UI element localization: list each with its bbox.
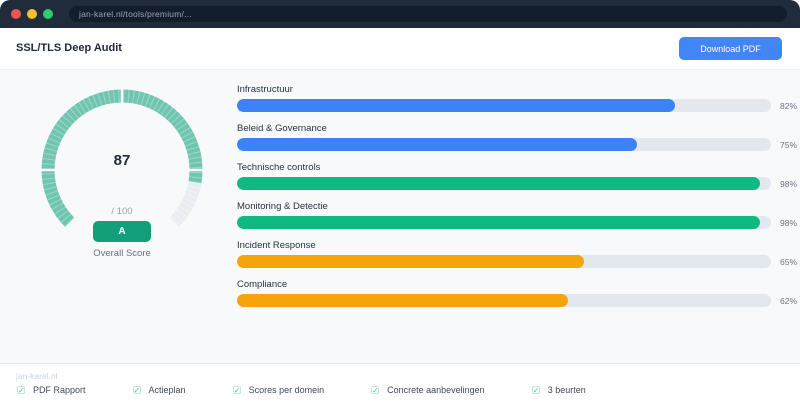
bar-line: 82% xyxy=(237,99,797,112)
grade-badge: A xyxy=(93,221,151,242)
bar-category-label: Infrastructuur xyxy=(237,84,293,95)
footer-feature-label: Scores per domein xyxy=(248,385,325,395)
bar-fill xyxy=(237,177,761,190)
bar-value-label: 98% xyxy=(779,178,797,189)
check-icon: ✓ xyxy=(17,386,25,395)
bar-value-label: 62% xyxy=(779,295,797,306)
bar-value-label: 65% xyxy=(779,256,797,267)
score-bar-row: Monitoring & Detectie 98% xyxy=(237,201,797,229)
footer-feature-label: PDF Rapport xyxy=(33,385,86,395)
check-icon: ✓ xyxy=(371,386,380,395)
bar-line: 62% xyxy=(237,294,797,307)
footer-feature-list: ✓ PDF Rapport ✓ Actieplan ✓ Scores per domein… xyxy=(17,385,586,395)
bar-line: 98% xyxy=(237,177,797,190)
bar-track xyxy=(237,138,771,151)
bar-value-label: 98% xyxy=(779,217,797,228)
bar-fill xyxy=(237,216,761,229)
bar-fill xyxy=(237,138,638,151)
bar-line: 75% xyxy=(237,138,797,151)
score-bar-row: Infrastructuur 82% xyxy=(237,84,797,112)
url-text: jan-karel.nl/tools/premium/... xyxy=(79,9,192,19)
bar-track xyxy=(237,216,771,229)
download-pdf-button[interactable]: Download PDF xyxy=(679,37,782,60)
score-bar-row: Compliance 62% xyxy=(237,279,797,307)
bar-category-label: Incident Response xyxy=(237,240,316,251)
bar-category-label: Technische controls xyxy=(237,162,321,173)
minimize-window-icon[interactable] xyxy=(27,9,37,19)
bar-fill xyxy=(237,294,569,307)
browser-window: jan-karel.nl/tools/premium/... SSL/TLS D… xyxy=(0,0,800,420)
bar-track xyxy=(237,177,771,190)
footer-feature-item: ✓ Concrete aanbevelingen xyxy=(371,385,485,395)
footer-feature-label: Concrete aanbevelingen xyxy=(387,385,485,395)
check-icon: ✓ xyxy=(232,386,241,395)
bar-line: 65% xyxy=(237,255,797,268)
score-bar-row: Incident Response 65% xyxy=(237,240,797,268)
page-footer: jan-karel.nl ✓ PDF Rapport ✓ Actieplan ✓ Scor… xyxy=(0,363,800,420)
check-icon: ✓ xyxy=(531,386,540,395)
bar-track xyxy=(237,99,771,112)
footer-feature-label: Actieplan xyxy=(148,385,186,395)
check-icon: ✓ xyxy=(132,386,141,395)
bar-value-label: 82% xyxy=(779,100,797,111)
maximize-window-icon[interactable] xyxy=(43,9,53,19)
footer-feature-item: ✓ Actieplan xyxy=(132,385,186,395)
bar-fill xyxy=(237,99,675,112)
bar-line: 98% xyxy=(237,216,797,229)
footer-feature-item: ✓ Scores per domein xyxy=(232,385,325,395)
bar-category-label: Compliance xyxy=(237,279,288,290)
footer-feature-item: ✓ PDF Rapport xyxy=(17,385,86,395)
bar-category-label: Monitoring & Detectie xyxy=(237,201,328,212)
footer-feature-label: 3 beurten xyxy=(547,385,586,395)
browser-chrome: jan-karel.nl/tools/premium/... xyxy=(0,0,800,28)
bar-track xyxy=(237,255,771,268)
bar-value-label: 75% xyxy=(779,139,797,150)
page-title: SSL/TLS Deep Audit xyxy=(16,42,122,54)
score-bar-row: Technische controls 98% xyxy=(237,162,797,190)
bar-fill xyxy=(237,255,585,268)
footer-feature-item: ✓ 3 beurten xyxy=(531,385,586,395)
bar-track xyxy=(237,294,771,307)
bar-category-label: Beleid & Governance xyxy=(237,123,327,134)
footer-brand: jan-karel.nl xyxy=(16,371,58,381)
url-bar[interactable]: jan-karel.nl/tools/premium/... xyxy=(69,6,787,22)
gauge-caption: Overall Score xyxy=(93,248,151,259)
close-window-icon[interactable] xyxy=(11,9,21,19)
gauge-max-label: / 100 xyxy=(111,206,133,217)
score-bar-row: Beleid & Governance 75% xyxy=(237,123,797,151)
page-header: SSL/TLS Deep Audit Download PDF xyxy=(0,28,800,70)
domain-scores-chart: Infrastructuur 82% Beleid & Governance 75% T… xyxy=(237,84,797,318)
overall-score-gauge: 87 / 100 A Overall Score xyxy=(24,86,224,264)
gauge-score-value: 87 xyxy=(113,152,131,169)
main-content: 87 / 100 A Overall Score Infrastructuur 8… xyxy=(0,70,800,363)
